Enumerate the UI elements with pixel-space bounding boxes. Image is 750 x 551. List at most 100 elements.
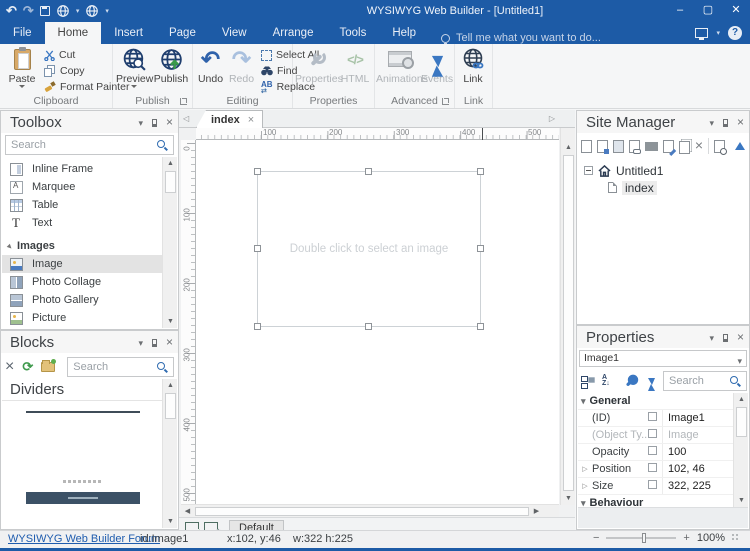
properties-menu-caret-icon[interactable]	[709, 332, 714, 344]
property-grid-scrollbar[interactable]: ▲ ▼	[733, 393, 748, 507]
properties-button[interactable]: Properties	[295, 46, 339, 94]
tab-tools[interactable]: Tools	[326, 22, 379, 44]
scroll-down-icon[interactable]: ▼	[734, 494, 749, 507]
toolbox-section-images[interactable]: Images	[2, 236, 162, 255]
display-mode-caret-icon[interactable]: ▾	[716, 29, 720, 37]
close-button[interactable]: ✕	[722, 0, 750, 22]
search-icon[interactable]	[156, 362, 168, 374]
scroll-down-icon[interactable]: ▼	[163, 315, 178, 328]
properties-close-icon[interactable]	[737, 332, 744, 344]
search-icon[interactable]	[156, 140, 168, 152]
tab-help[interactable]: Help	[379, 22, 429, 44]
help-icon[interactable]: ?	[728, 26, 742, 40]
display-mode-icon[interactable]	[695, 28, 708, 38]
canvas-vscrollbar[interactable]: ▲ ▼	[560, 128, 575, 505]
resize-handle-e[interactable]	[477, 245, 484, 252]
find-button[interactable]: Find	[261, 63, 297, 79]
image-object-selected[interactable]: Double click to select an image	[257, 171, 481, 327]
undo-icon[interactable]: ↶	[6, 0, 17, 22]
sort-alphabetical-icon[interactable]	[602, 375, 614, 387]
scrollbar-thumb[interactable]	[165, 171, 176, 193]
toolbox-search-input[interactable]	[11, 137, 153, 153]
publish-dialog-launcher-icon[interactable]	[180, 98, 187, 105]
toolbox-scrollbar[interactable]: ▲ ▼	[162, 157, 177, 328]
preview-icon[interactable]	[56, 4, 70, 18]
tab-file[interactable]: File	[0, 22, 45, 44]
scroll-up-icon[interactable]: ▲	[734, 393, 749, 406]
section-general[interactable]: General	[578, 393, 737, 410]
tab-view[interactable]: View	[209, 22, 260, 44]
events-button[interactable]: Events	[421, 46, 453, 94]
clone-page-icon[interactable]	[679, 141, 690, 154]
tab-scroll-left-icon[interactable]: ◁	[183, 114, 189, 123]
blocks-scrollbar[interactable]: ▲ ▼	[162, 379, 177, 528]
page-template-icon[interactable]	[613, 140, 624, 153]
resize-grip[interactable]	[732, 534, 740, 542]
resize-handle-s[interactable]	[365, 323, 372, 330]
search-icon[interactable]	[729, 376, 741, 388]
advanced-dialog-launcher-icon[interactable]	[442, 98, 449, 105]
toolbox-item-photo-collage[interactable]: Photo Collage	[2, 273, 162, 291]
toolbox-item-image[interactable]: Image	[2, 255, 162, 273]
resize-handle-ne[interactable]	[477, 168, 484, 175]
scroll-up-icon[interactable]: ▲	[163, 379, 178, 392]
new-page-icon[interactable]	[581, 140, 592, 153]
blocks-pin-icon[interactable]	[152, 339, 157, 347]
object-selector-combo[interactable]: Image1	[579, 350, 747, 367]
scrollbar-thumb[interactable]	[736, 407, 747, 437]
toolbox-item-text[interactable]: Text	[2, 214, 162, 232]
redo-button[interactable]: ↷ Redo	[226, 46, 257, 94]
new-master-page-icon[interactable]	[597, 140, 608, 153]
property-row-id[interactable]: (ID) Image1	[578, 410, 737, 427]
divider-sample-bar[interactable]	[26, 492, 140, 504]
properties-search-input[interactable]	[669, 373, 726, 389]
delete-block-icon[interactable]	[5, 360, 14, 374]
tell-me-box[interactable]: Tell me what you want to do...	[441, 32, 601, 44]
scrollbar-thumb[interactable]	[195, 507, 529, 516]
resize-handle-se[interactable]	[477, 323, 484, 330]
property-row-size[interactable]: ▷ Size 322, 225	[578, 478, 737, 495]
events-icon[interactable]	[648, 378, 655, 385]
blocks-menu-caret-icon[interactable]	[138, 337, 143, 349]
animations-button[interactable]: Animations	[376, 46, 423, 94]
delete-page-icon[interactable]	[695, 139, 703, 153]
blocks-section-dividers[interactable]: Dividers	[2, 379, 162, 401]
copy-button[interactable]: Copy	[44, 63, 85, 79]
canvas-hscrollbar[interactable]: ◀ ▶	[181, 504, 559, 517]
link-page-icon[interactable]	[629, 140, 640, 153]
resize-handle-nw[interactable]	[254, 168, 261, 175]
toolbox-close-icon[interactable]	[166, 117, 173, 129]
html-button[interactable]: HTML	[339, 46, 371, 94]
toolbox-item-table[interactable]: Table	[2, 196, 162, 214]
site-manager-pin-icon[interactable]	[723, 119, 728, 127]
zoom-slider[interactable]	[606, 537, 676, 539]
zoom-in-icon[interactable]	[683, 532, 689, 544]
undo-button[interactable]: ↶ Undo	[195, 46, 226, 94]
blocks-search-input[interactable]	[73, 359, 153, 375]
forum-link[interactable]: WYSIWYG Web Builder Forum	[8, 533, 160, 545]
edit-page-icon[interactable]	[663, 140, 674, 153]
toolbox-item-photo-gallery[interactable]: Photo Gallery	[2, 291, 162, 309]
property-row-object-type[interactable]: (Object Ty... Image	[578, 427, 737, 444]
save-icon[interactable]	[40, 6, 50, 16]
toolbox-item-inline-frame[interactable]: Inline Frame	[2, 160, 162, 178]
toolbox-menu-caret-icon[interactable]	[138, 117, 143, 129]
link-button[interactable]: Link	[456, 46, 490, 94]
page-properties-icon[interactable]	[714, 140, 725, 153]
preview-caret-icon[interactable]: ▾	[76, 7, 80, 15]
site-manager-menu-caret-icon[interactable]	[709, 117, 714, 129]
toolbox-item-marquee[interactable]: Marquee	[2, 178, 162, 196]
scroll-up-icon[interactable]: ▲	[561, 141, 576, 154]
site-manager-close-icon[interactable]	[737, 117, 744, 129]
tree-node-root[interactable]: Untitled1	[578, 162, 748, 179]
scrollbar-thumb[interactable]	[165, 393, 176, 419]
qat-customize-caret-icon[interactable]: ▾	[105, 7, 109, 15]
preview-button[interactable]: Preview	[116, 46, 152, 94]
tab-arrange[interactable]: Arrange	[260, 22, 327, 44]
resize-handle-n[interactable]	[365, 168, 372, 175]
tools-icon[interactable]	[624, 374, 638, 388]
tab-home[interactable]: Home	[45, 22, 102, 44]
row-expander-icon[interactable]: ▷	[578, 482, 592, 490]
minimize-button[interactable]: –	[666, 0, 694, 22]
page-canvas[interactable]: Double click to select an image	[196, 140, 559, 505]
